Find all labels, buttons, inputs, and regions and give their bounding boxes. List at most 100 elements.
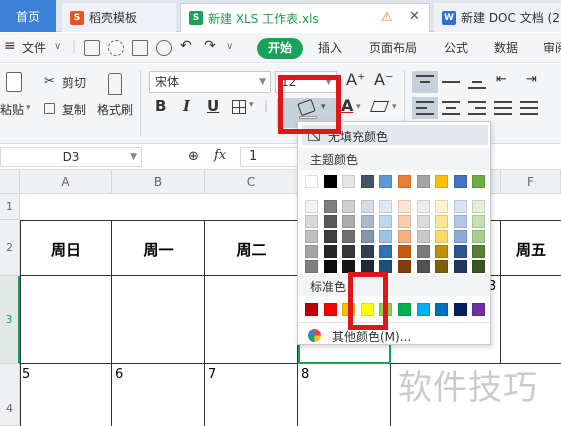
name-box[interactable]: D3 ▼ [0,147,142,167]
formula-input[interactable]: 1 [240,147,300,167]
theme-shade-swatch[interactable] [435,260,449,273]
cut-icon[interactable]: ✂ [44,74,55,89]
menu-data[interactable]: 数据 [494,39,518,56]
paste-button[interactable]: 粘贴 [0,101,24,118]
theme-shade-swatch[interactable] [379,245,393,258]
theme-color-swatch[interactable] [305,175,318,188]
theme-shade-swatch[interactable] [416,230,430,243]
theme-shade-swatch[interactable] [398,230,411,243]
indent-increase-icon[interactable]: ⇥ [526,72,537,87]
theme-shade-swatch[interactable] [305,230,318,243]
font-name-select[interactable]: 宋体 ▼ [149,71,271,93]
col-header-a[interactable]: A [20,170,112,194]
theme-shade-swatch[interactable] [323,245,337,258]
standard-color-swatch[interactable] [398,303,411,316]
border-chevron-icon[interactable]: ▾ [249,100,254,110]
cell-a3[interactable] [20,276,112,364]
tab-docer-template[interactable]: S 稻壳模板 [62,3,176,32]
standard-color-swatch[interactable] [472,303,486,316]
quick-access-chevron-icon[interactable]: ∨ [226,41,233,52]
standard-color-swatch[interactable] [323,303,337,316]
theme-shade-swatch[interactable] [360,230,374,243]
theme-shade-swatch[interactable] [416,200,430,213]
theme-shade-swatch[interactable] [453,245,467,258]
row-header-1[interactable]: 1 [0,194,20,220]
save-icon[interactable] [84,40,100,56]
redo-icon[interactable]: ↷ [204,38,216,54]
distributed-icon[interactable] [520,101,538,115]
theme-shade-swatch[interactable] [435,215,449,228]
theme-shade-swatch[interactable] [379,200,393,213]
align-right-icon[interactable] [468,101,486,115]
theme-shade-swatch[interactable] [453,215,467,228]
font-shrink-icon[interactable]: A⁻ [374,70,393,89]
justify-icon[interactable] [494,101,512,115]
theme-color-swatch[interactable] [360,175,374,188]
select-all-corner[interactable] [0,170,20,194]
theme-color-swatch[interactable] [379,175,393,188]
theme-shade-swatch[interactable] [416,245,430,258]
copy-icon[interactable] [44,103,55,114]
row-header-4[interactable]: 4 [0,364,20,426]
cell-c3[interactable] [205,276,298,364]
cell-b3[interactable] [112,276,205,364]
theme-color-swatch[interactable] [398,175,411,188]
theme-shade-swatch[interactable] [398,200,411,213]
theme-shade-swatch[interactable] [435,230,449,243]
theme-shade-swatch[interactable] [342,230,356,243]
theme-shade-swatch[interactable] [453,230,467,243]
cell-a4[interactable] [20,364,112,426]
format-painter-button[interactable]: 格式刷 [97,101,133,118]
menu-file[interactable]: 文件 [22,39,46,56]
theme-shade-swatch[interactable] [398,215,411,228]
autosave-icon[interactable] [108,40,124,56]
standard-color-swatch[interactable] [416,303,430,316]
align-center-icon[interactable] [442,101,460,115]
copy-button[interactable]: 复制 [62,101,86,118]
row-header-2[interactable]: 2 [0,220,20,276]
paste-chevron-icon[interactable]: ▾ [26,103,31,113]
tab-xls-file[interactable]: S 新建 XLS 工作表.xls ⚠ ✕ [180,3,430,32]
col-header-f[interactable]: F [501,170,561,194]
theme-shade-swatch[interactable] [323,260,337,273]
cell-c4[interactable] [205,364,298,426]
col-header-c[interactable]: C [205,170,298,194]
menu-review[interactable]: 审阅 [543,39,561,56]
cell-b4[interactable] [112,364,205,426]
theme-shade-swatch[interactable] [323,200,337,213]
hamburger-icon[interactable]: ≡ [4,38,16,54]
theme-shade-swatch[interactable] [472,245,486,258]
standard-color-swatch[interactable] [305,303,318,316]
menu-page-layout[interactable]: 页面布局 [369,39,417,56]
theme-shade-swatch[interactable] [360,245,374,258]
theme-shade-swatch[interactable] [305,200,318,213]
row-header-3[interactable]: 3 [0,276,20,364]
theme-color-swatch[interactable] [342,175,356,188]
theme-color-swatch[interactable] [435,175,449,188]
theme-shade-swatch[interactable] [453,200,467,213]
align-bottom-icon[interactable] [468,75,486,89]
standard-color-swatch[interactable] [435,303,449,316]
theme-shade-swatch[interactable] [398,245,411,258]
border-icon[interactable] [232,100,246,114]
font-color-chevron-icon[interactable]: ▾ [356,102,361,112]
italic-button[interactable]: I [183,97,190,115]
bold-button[interactable]: B [155,97,166,115]
zoom-formula-icon[interactable]: ⊕ [188,149,199,164]
theme-shade-swatch[interactable] [305,215,318,228]
theme-shade-swatch[interactable] [472,260,486,273]
theme-shade-swatch[interactable] [342,200,356,213]
indent-decrease-icon[interactable]: ⇤ [496,72,507,87]
clear-chevron-icon[interactable]: ▾ [392,102,397,112]
align-top-icon[interactable] [416,75,434,89]
font-color-button[interactable]: A [341,96,353,115]
theme-shade-swatch[interactable] [398,260,411,273]
tab-doc-file[interactable]: W 新建 DOC 文档 (2 [434,3,561,32]
theme-shade-swatch[interactable] [323,230,337,243]
paste-icon[interactable] [6,72,22,92]
menu-start[interactable]: 开始 [257,38,303,59]
standard-color-swatch[interactable] [453,303,467,316]
theme-shade-swatch[interactable] [435,200,449,213]
theme-shade-swatch[interactable] [453,260,467,273]
theme-shade-swatch[interactable] [342,215,356,228]
